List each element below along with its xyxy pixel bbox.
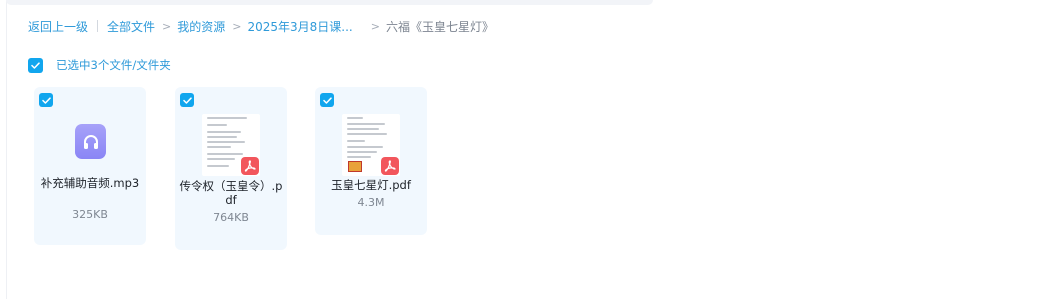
select-all-row: 已选中3个文件/文件夹 [28,57,171,73]
file-card[interactable]: 玉皇七星灯.pdf 4.3M [315,87,427,235]
image-thumbnail [348,161,362,172]
back-link[interactable]: 返回上一级 [28,18,88,35]
file-card[interactable]: 传令权（玉皇令）.pdf 764KB [175,87,287,250]
file-checkbox[interactable] [180,93,194,107]
pdf-file-icon [342,114,400,176]
breadcrumb-root[interactable]: 全部文件 [107,18,155,35]
select-all-checkbox[interactable] [28,57,43,73]
pdf-file-icon [202,114,260,176]
acrobat-icon [244,160,256,172]
file-checkbox[interactable] [39,93,53,107]
left-border [6,0,7,299]
checkmark-icon [322,96,332,104]
file-checkbox[interactable] [320,93,334,107]
selection-count-label: 已选中3个文件/文件夹 [56,58,171,72]
pdf-badge-icon [241,157,259,175]
pdf-badge-icon [381,157,399,175]
headphones-icon [83,134,98,149]
chevron-right-icon: > [162,19,172,33]
file-name: 传令权（玉皇令）.pdf [179,179,283,207]
breadcrumb-item-resources[interactable]: 我的资源 [177,18,225,35]
file-size: 4.3M [357,196,385,209]
acrobat-icon [384,160,396,172]
checkmark-icon [182,96,192,104]
file-size: 325KB [72,208,108,221]
file-name: 玉皇七星灯.pdf [331,178,411,192]
breadcrumb-current: 六福《玉皇七星灯》 [385,19,494,34]
top-toolbar-edge [6,0,653,5]
chevron-right-icon: > [232,19,242,33]
breadcrumb: 返回上一级 全部文件 > 我的资源 > 2025年3月8日课... > 六福《玉… [28,18,494,34]
file-name: 补充辅助音频.mp3 [40,176,140,190]
audio-file-icon [75,124,106,159]
file-card[interactable]: 补充辅助音频.mp3 325KB [34,87,146,245]
checkmark-icon [41,96,51,104]
breadcrumb-divider [97,20,99,32]
breadcrumb-item-class-folder[interactable]: 2025年3月8日课... [247,18,352,35]
file-size: 764KB [213,211,249,224]
chevron-right-icon: > [370,19,380,33]
checkmark-icon [31,61,40,69]
